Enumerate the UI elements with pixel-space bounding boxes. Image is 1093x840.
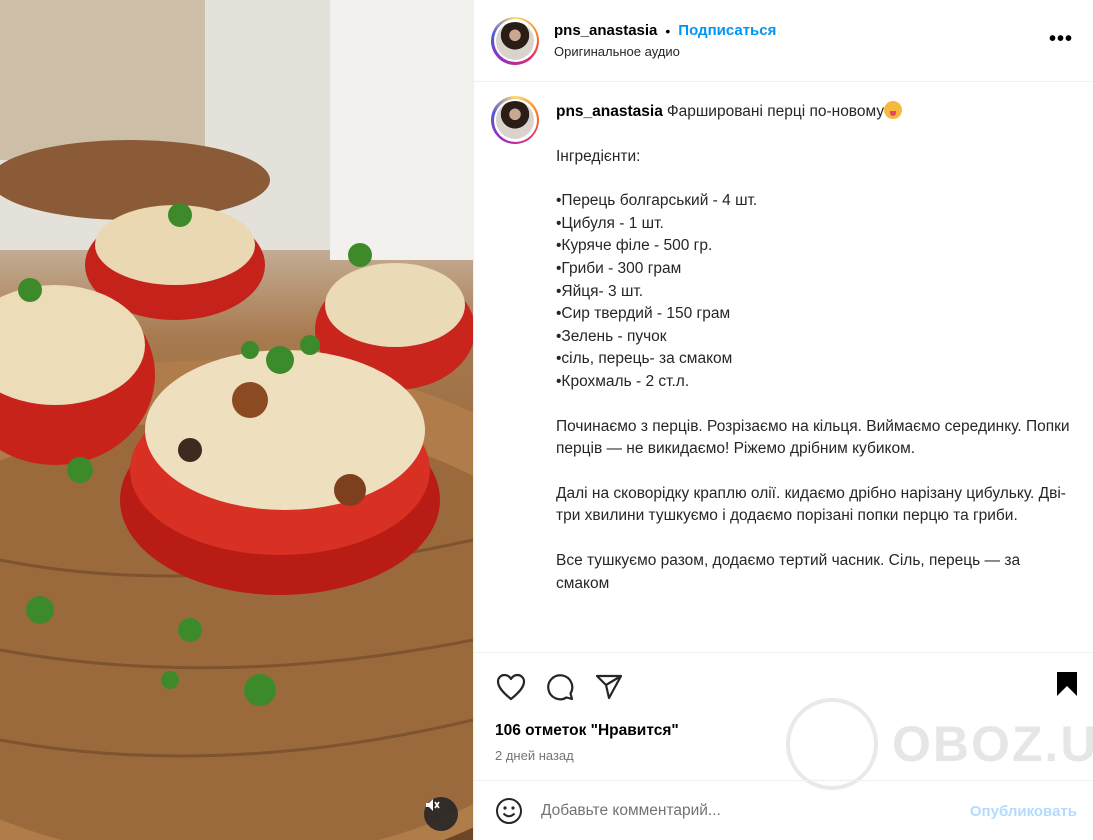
tongue-out-face-icon [884, 101, 903, 119]
separator-dot: • [665, 22, 671, 39]
caption-text: pns_anastasia Фаршировані перці по-новому… [556, 96, 1076, 652]
comment-button[interactable] [544, 671, 576, 703]
publish-button[interactable]: Опубликовать [970, 803, 1077, 820]
avatar-photo [496, 21, 534, 60]
comment-bubble-icon [547, 673, 574, 700]
action-bar [474, 652, 1093, 720]
speaker-muted-icon [426, 799, 440, 811]
caption-paragraph: Починаємо з перців. Розрізаємо на кільця… [556, 417, 1074, 458]
stuffed-peppers-photo [0, 0, 473, 840]
caption-avatar[interactable] [491, 96, 539, 144]
save-button[interactable] [1055, 671, 1079, 702]
caption-paragraph: Інгредієнти: [556, 147, 641, 165]
share-button[interactable] [593, 671, 625, 703]
more-options-icon[interactable]: ••• [1049, 28, 1073, 51]
follow-button[interactable]: Подписаться [678, 22, 776, 39]
heart-icon [496, 673, 526, 700]
bookmark-icon [1057, 672, 1077, 696]
caption-paragraph: Далі на сковорідку краплю олії. кидаємо … [556, 484, 1066, 525]
post-side-panel: pns_anastasia • Подписаться Оригинальное… [473, 0, 1093, 840]
smiley-icon[interactable] [495, 797, 523, 825]
avatar[interactable] [491, 16, 539, 65]
like-button[interactable] [495, 671, 527, 703]
audio-label-link[interactable]: Оригинальное аудио [554, 44, 776, 59]
post-dialog: pns_anastasia • Подписаться Оригинальное… [0, 0, 1093, 840]
caption-title: Фаршировані перці по-новому [666, 103, 885, 120]
caption-paragraph: Все тушкуємо разом, додаємо тертий часни… [556, 551, 1025, 592]
comment-input[interactable] [541, 801, 921, 820]
mute-audio-button[interactable] [424, 797, 458, 831]
post-date[interactable]: 2 дней назад [474, 748, 1093, 763]
post-header: pns_anastasia • Подписаться Оригинальное… [474, 0, 1093, 82]
caption-ingredients-list: •Перець болгарський - 4 шт. •Цибуля - 1 … [556, 192, 758, 390]
paper-plane-icon [595, 674, 623, 699]
comment-bar: Опубликовать [474, 780, 1093, 840]
caption-section: pns_anastasia Фаршировані перці по-новому… [474, 82, 1093, 652]
caption-username-link[interactable]: pns_anastasia [556, 103, 663, 120]
post-media-photo[interactable] [0, 0, 473, 840]
likes-count[interactable]: 106 отметок "Нравится" [474, 722, 1093, 740]
username-link[interactable]: pns_anastasia [554, 22, 657, 39]
